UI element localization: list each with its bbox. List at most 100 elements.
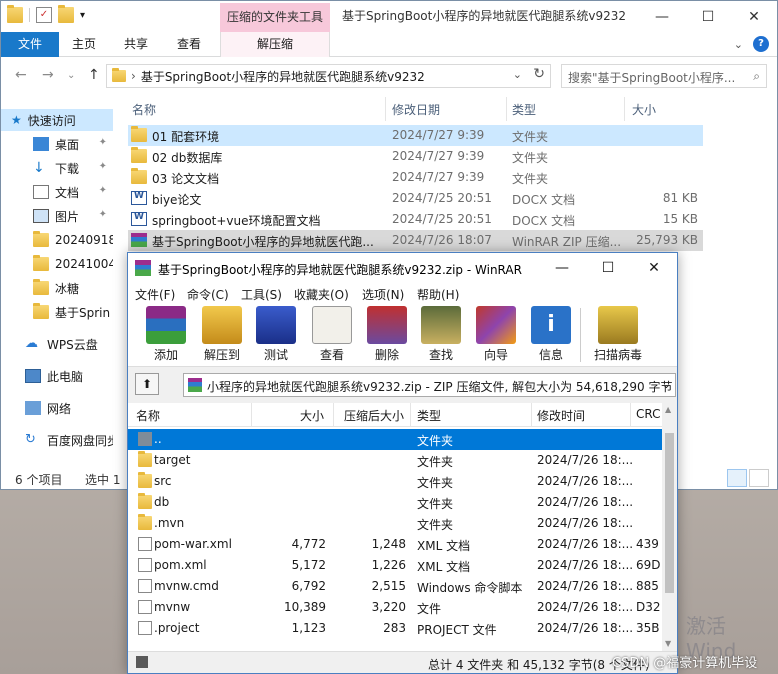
archive-row[interactable]: pom.xml 5,172 1,226 XML 文档 2024/7/26 18:... 6… — [128, 555, 662, 576]
minimize-button[interactable]: — — [539, 253, 585, 283]
file-icon — [138, 558, 152, 572]
file-row[interactable]: springboot+vue环境配置文档 2024/7/25 20:51 DOCX … — [128, 209, 703, 230]
archive-type: 文件夹 — [417, 476, 454, 490]
scroll-down-icon[interactable]: ▼ — [665, 639, 671, 648]
column-type[interactable]: 类型 — [417, 407, 441, 424]
new-folder-icon[interactable] — [58, 5, 74, 23]
address-input[interactable]: › 基于SpringBoot小程序的异地就医代跑腿系统v9232 ⌄ ↻ — [106, 64, 551, 88]
recent-locations-icon[interactable]: ⌄ — [67, 70, 75, 81]
file-row[interactable]: 基于SpringBoot小程序的异地就医代跑... 2024/7/26 18:07… — [128, 230, 703, 251]
nav-label: 桌面 — [55, 137, 80, 152]
menu-favorites[interactable]: 收藏夹(O) — [294, 286, 349, 303]
minimize-button[interactable]: — — [639, 1, 685, 32]
file-row[interactable]: 02 db数据库 2024/7/27 9:39 文件夹 — [128, 146, 703, 167]
customize-qat-icon[interactable]: ▾ — [80, 10, 85, 21]
archive-row[interactable]: .. 文件夹 — [128, 429, 662, 450]
column-crc[interactable]: CRC — [636, 407, 661, 421]
column-size[interactable]: 大小 — [632, 101, 656, 118]
nav-network[interactable]: 网络 — [1, 397, 113, 419]
nav-downloads[interactable]: ↓ 下载 ✦ — [1, 157, 113, 179]
find-button[interactable]: 查找 — [415, 306, 467, 364]
file-row[interactable]: 01 配套环境 2024/7/27 9:39 文件夹 — [128, 125, 703, 146]
search-input[interactable]: 搜索"基于SpringBoot小程序... ⌕ — [561, 64, 767, 88]
maximize-button[interactable]: ☐ — [585, 253, 631, 283]
archive-row[interactable]: mvnw.cmd 6,792 2,515 Windows 命令脚本 2024/7/26 … — [128, 576, 662, 597]
column-modified[interactable]: 修改时间 — [537, 407, 585, 424]
archive-row[interactable]: mvnw 10,389 3,220 文件 2024/7/26 18:... D32 — [128, 597, 662, 618]
archive-row[interactable]: src 文件夹 2024/7/26 18:... — [128, 471, 662, 492]
refresh-icon[interactable]: ↻ — [533, 66, 545, 82]
column-size[interactable]: 大小 — [300, 407, 324, 424]
file-row[interactable]: 03 论文文档 2024/7/27 9:39 文件夹 — [128, 167, 703, 188]
nav-documents[interactable]: 文档 ✦ — [1, 181, 113, 203]
archive-row[interactable]: target 文件夹 2024/7/26 18:... — [128, 450, 662, 471]
nav-pictures[interactable]: 图片 ✦ — [1, 205, 113, 227]
info-button[interactable]: i 信息 — [525, 306, 577, 364]
tab-file[interactable]: 文件 — [1, 32, 59, 57]
nav-desktop[interactable]: 桌面 ✦ — [1, 133, 113, 155]
properties-icon[interactable]: ✓ — [36, 7, 52, 23]
file-type: 文件夹 — [512, 172, 549, 186]
delete-button[interactable]: 删除 — [361, 306, 413, 364]
column-type[interactable]: 类型 — [512, 101, 536, 118]
archive-row[interactable]: .mvn 文件夹 2024/7/26 18:... — [128, 513, 662, 534]
scan-virus-button[interactable]: 扫描病毒 — [588, 306, 648, 364]
help-icon[interactable]: ? — [753, 36, 769, 52]
file-size: 81 KB — [662, 191, 698, 205]
file-row[interactable]: biye论文 2024/7/25 20:51 DOCX 文档 81 KB — [128, 188, 703, 209]
archive-packed: 2,515 — [371, 579, 406, 593]
view-button[interactable]: 查看 — [306, 306, 358, 364]
nav-wps-cloud[interactable]: ☁ WPS云盘 — [1, 333, 113, 355]
column-packed[interactable]: 压缩后大小 — [344, 407, 404, 424]
test-button[interactable]: 测试 — [250, 306, 302, 364]
chevron-down-icon[interactable]: ⌄ — [662, 378, 671, 391]
up-folder-button[interactable]: ⬆ — [135, 373, 159, 395]
ribbon-right-controls: ⌄ ? — [734, 36, 769, 52]
archive-path-field[interactable]: 小程序的异地就医代跑腿系统v9232.zip - ZIP 压缩文件, 解包大小为… — [183, 373, 676, 397]
up-arrow-icon[interactable]: ↑ — [88, 67, 100, 83]
expand-ribbon-icon[interactable]: ⌄ — [734, 38, 743, 51]
chevron-right-icon[interactable]: › — [131, 69, 136, 83]
scrollbar-thumb[interactable] — [665, 433, 674, 593]
large-icons-view-icon[interactable] — [749, 469, 769, 487]
folder-icon — [33, 303, 49, 319]
vertical-scrollbar[interactable]: ▲ ▼ — [662, 403, 677, 651]
back-arrow-icon[interactable]: ← — [15, 67, 27, 83]
nav-quick-access[interactable]: ★ 快速访问 — [1, 109, 113, 131]
tab-view[interactable]: 查看 — [164, 32, 214, 57]
details-view-icon[interactable] — [727, 469, 747, 487]
wizard-button[interactable]: 向导 — [470, 306, 522, 364]
menu-options[interactable]: 选项(N) — [362, 286, 404, 303]
menu-tools[interactable]: 工具(S) — [241, 286, 282, 303]
scroll-up-icon[interactable]: ▲ — [665, 405, 671, 414]
chevron-down-icon[interactable]: ⌄ — [513, 68, 522, 81]
address-bar: ← → ⌄ ↑ › 基于SpringBoot小程序的异地就医代跑腿系统v9232… — [1, 61, 777, 91]
nav-this-pc[interactable]: 此电脑 — [1, 365, 113, 387]
menu-commands[interactable]: 命令(C) — [187, 286, 229, 303]
column-name[interactable]: 名称 — [136, 407, 160, 424]
nav-folder-spring[interactable]: 基于Sprin — [1, 301, 113, 323]
add-button[interactable]: 添加 — [140, 306, 192, 364]
column-date[interactable]: 修改日期 — [392, 101, 440, 118]
archive-row[interactable]: pom-war.xml 4,772 1,248 XML 文档 2024/7/26 18:… — [128, 534, 662, 555]
menu-file[interactable]: 文件(F) — [135, 286, 175, 303]
nav-folder-bingtang[interactable]: 冰糖 — [1, 277, 113, 299]
winrar-menu-bar: 文件(F) 命令(C) 工具(S) 收藏夹(O) 选项(N) 帮助(H) — [128, 283, 677, 303]
archive-size: 5,172 — [291, 558, 326, 572]
tab-extract[interactable]: 解压缩 — [220, 32, 330, 57]
close-button[interactable]: ✕ — [631, 253, 677, 283]
archive-row[interactable]: db 文件夹 2024/7/26 18:... — [128, 492, 662, 513]
forward-arrow-icon[interactable]: → — [42, 67, 54, 83]
nav-folder-20240918[interactable]: 20240918 — [1, 229, 113, 251]
nav-baidu-netdisk[interactable]: ↻ 百度网盘同步 — [1, 429, 113, 451]
nav-folder-20241004[interactable]: 20241004 — [1, 253, 113, 275]
column-name[interactable]: 名称 — [132, 101, 156, 118]
tab-home[interactable]: 主页 — [59, 32, 109, 57]
archive-row[interactable]: .project 1,123 283 PROJECT 文件 2024/7/26 18:.… — [128, 618, 662, 639]
close-button[interactable]: ✕ — [731, 1, 777, 32]
tab-share[interactable]: 共享 — [111, 32, 161, 57]
test-archive-icon — [256, 306, 296, 344]
extract-to-button[interactable]: 解压到 — [196, 306, 248, 364]
menu-help[interactable]: 帮助(H) — [417, 286, 459, 303]
maximize-button[interactable]: ☐ — [685, 1, 731, 32]
